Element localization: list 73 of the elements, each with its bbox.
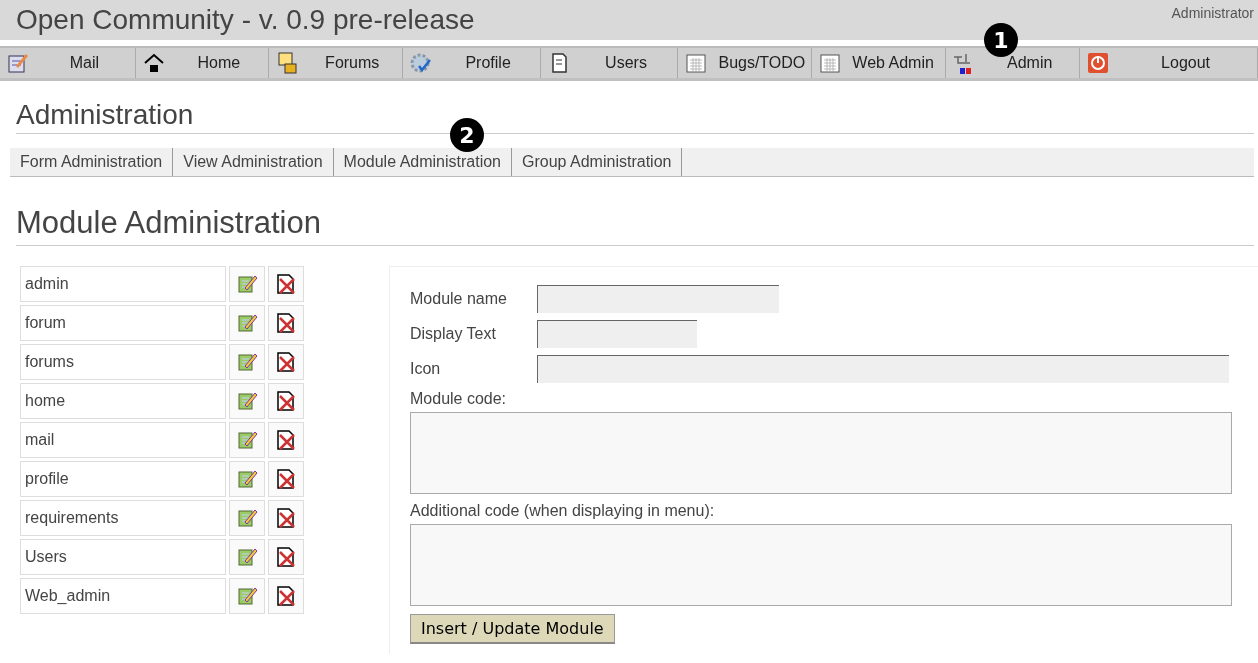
edit-icon bbox=[236, 351, 258, 373]
menu-item[interactable]: Profile bbox=[402, 48, 541, 78]
edit-icon bbox=[236, 312, 258, 334]
menu-item[interactable]: Bugs/TODO bbox=[678, 48, 813, 78]
delete-button[interactable] bbox=[268, 539, 304, 575]
menu-item[interactable]: Users bbox=[540, 48, 679, 78]
module-name: Web_admin bbox=[20, 578, 226, 614]
edit-button[interactable] bbox=[229, 461, 265, 497]
delete-icon bbox=[275, 312, 297, 334]
edit-button[interactable] bbox=[229, 422, 265, 458]
gear-check-icon bbox=[408, 51, 433, 75]
delete-icon bbox=[275, 351, 297, 373]
delete-button[interactable] bbox=[268, 578, 304, 614]
field-label: Icon bbox=[410, 360, 442, 378]
tab[interactable]: Form Administration bbox=[10, 148, 174, 176]
delete-icon bbox=[275, 429, 297, 451]
tab[interactable]: Group Administration bbox=[512, 148, 683, 176]
delete-icon bbox=[275, 273, 297, 295]
delete-button[interactable] bbox=[268, 422, 304, 458]
edit-icon bbox=[236, 546, 258, 568]
delete-icon bbox=[275, 468, 297, 490]
module-name: profile bbox=[20, 461, 226, 497]
input-field[interactable] bbox=[537, 320, 697, 348]
app-title: Open Community - v. 0.9 pre-release bbox=[15, 3, 475, 37]
delete-button[interactable] bbox=[268, 344, 304, 380]
field-label: Module code: bbox=[410, 390, 508, 408]
edit-button[interactable] bbox=[229, 344, 265, 380]
note-pencil-icon bbox=[6, 51, 30, 75]
module-name: Users bbox=[20, 539, 226, 575]
edit-button[interactable] bbox=[229, 383, 265, 419]
delete-button[interactable] bbox=[268, 383, 304, 419]
edit-button[interactable] bbox=[229, 305, 265, 341]
delete-button[interactable] bbox=[268, 266, 304, 302]
menu-item[interactable]: Forums bbox=[268, 48, 403, 78]
tab[interactable]: View Administration bbox=[173, 148, 334, 176]
calendar-icon bbox=[818, 51, 843, 75]
edit-icon bbox=[236, 429, 258, 451]
module-name: forums bbox=[20, 344, 226, 380]
module-name: requirements bbox=[20, 500, 226, 536]
menu-item[interactable]: Logout bbox=[1080, 48, 1258, 78]
module-name: admin bbox=[20, 266, 226, 302]
menu-item[interactable]: Home bbox=[135, 48, 269, 78]
submit-button[interactable]: Insert / Update Module bbox=[410, 614, 615, 644]
calendar-icon bbox=[684, 51, 709, 75]
input-field[interactable] bbox=[537, 285, 779, 313]
edit-button[interactable] bbox=[229, 539, 265, 575]
field-label: Module name bbox=[410, 290, 508, 308]
delete-button[interactable] bbox=[268, 305, 304, 341]
edit-icon bbox=[236, 390, 258, 412]
module-name: home bbox=[20, 383, 226, 419]
edit-button[interactable] bbox=[229, 500, 265, 536]
input-field[interactable] bbox=[537, 355, 1229, 383]
edit-icon bbox=[236, 468, 258, 490]
edit-button[interactable] bbox=[229, 578, 265, 614]
field-label: Additional code (when displaying in menu): bbox=[410, 502, 716, 520]
edit-icon bbox=[236, 585, 258, 607]
delete-button[interactable] bbox=[268, 461, 304, 497]
delete-icon bbox=[275, 546, 297, 568]
edit-icon bbox=[236, 273, 258, 295]
field-label: Display Text bbox=[410, 325, 497, 343]
delete-icon bbox=[275, 507, 297, 529]
section-title: Module Administration bbox=[16, 205, 1254, 246]
power-icon bbox=[1086, 51, 1111, 75]
delete-icon bbox=[275, 585, 297, 607]
edit-button[interactable] bbox=[229, 266, 265, 302]
user-name: Administrator bbox=[1171, 4, 1255, 23]
delete-button[interactable] bbox=[268, 500, 304, 536]
edit-icon bbox=[236, 507, 258, 529]
delete-icon bbox=[275, 390, 297, 412]
module-name: mail bbox=[20, 422, 226, 458]
module-name: forum bbox=[20, 305, 226, 341]
menu-item[interactable]: Web Admin bbox=[812, 48, 947, 78]
menu-item[interactable]: Mail bbox=[0, 48, 136, 78]
